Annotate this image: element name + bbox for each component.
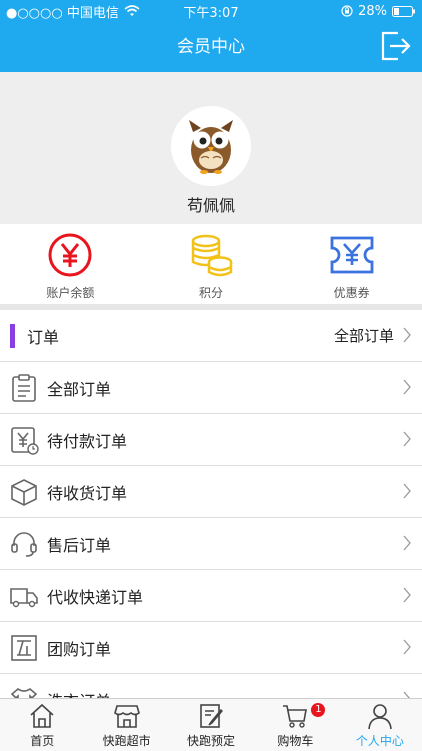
chevron-right-icon [403,379,411,395]
wallet-points-label: 积分 [199,286,224,300]
package-icon [11,478,37,506]
clipboard-icon [12,373,36,402]
group-buy-icon [11,634,37,661]
tab-bar: 首页 快跑超市 快跑预定 1 购物车 个人中心 [0,698,422,751]
tab-home[interactable]: 首页 [0,699,84,751]
chevron-right-icon [403,639,411,655]
chevron-right-icon [403,587,411,603]
order-item-all[interactable]: 全部订单 [0,362,422,414]
avatar[interactable] [171,106,251,186]
coins-stack-icon [191,234,233,277]
wallet-balance[interactable]: 账户余额 [0,224,141,304]
tab-reserve[interactable]: 快跑预定 [169,699,253,751]
order-item-label: 待付款订单 [47,431,128,451]
orders-header-label: 订单 [27,327,60,347]
status-bar: ●○○○○ 中国电信 下午3:07 28% [0,0,422,22]
coupon-icon [330,236,374,274]
logout-button[interactable] [380,30,412,62]
delivery-truck-icon [10,587,38,607]
order-item-express-pickup[interactable]: 代收快递订单 [0,570,422,622]
tab-label: 首页 [30,734,55,748]
profile-section: 苟佩佩 [0,72,422,224]
logout-icon [381,31,411,61]
order-item-label: 售后订单 [47,535,112,555]
home-icon [30,703,54,728]
cart-badge: 1 [311,703,326,717]
order-list: 订单 全部订单 全部订单 待付款订单 待收货订单 售后订单 代收快递订单 团购订… [0,310,422,726]
battery-percent: 28% [358,3,387,19]
carrier-label: ●○○○○ 中国电信 [6,5,119,21]
tab-profile[interactable]: 个人中心 [338,699,422,751]
order-item-label: 代收快递订单 [47,587,144,607]
wallet-section: 账户余额 积分 优惠券 [0,224,422,304]
order-item-label: 待收货订单 [47,483,128,503]
payment-pending-icon [11,426,39,455]
wallet-coupons[interactable]: 优惠券 [281,224,422,304]
wallet-balance-label: 账户余额 [46,286,95,300]
store-icon [113,705,140,728]
wallet-points[interactable]: 积分 [141,224,282,304]
tab-label: 购物车 [277,734,314,748]
chevron-right-icon [403,327,411,343]
tab-label: 快跑预定 [187,734,236,748]
order-item-label: 团购订单 [47,639,112,659]
headset-icon [11,531,37,557]
tab-cart[interactable]: 1 购物车 [253,699,337,751]
wifi-icon [124,5,140,16]
order-item-pending-payment[interactable]: 待付款订单 [0,414,422,466]
wallet-coupons-label: 优惠券 [333,286,370,300]
nav-bar: 会员中心 [0,22,422,72]
page-title: 会员中心 [177,37,245,57]
orientation-lock-icon [341,5,353,17]
chevron-right-icon [403,431,411,447]
order-item-label: 全部订单 [47,379,112,399]
all-orders-link[interactable]: 全部订单 [334,325,394,346]
cart-icon [283,705,308,728]
order-item-after-sales[interactable]: 售后订单 [0,518,422,570]
battery-icon [392,5,415,17]
yuan-circle-icon [48,233,92,277]
person-icon [368,704,392,730]
orders-header[interactable]: 订单 全部订单 [0,310,422,362]
username: 苟佩佩 [186,196,235,215]
tab-label: 快跑超市 [102,734,151,748]
section-accent-bar [10,323,15,348]
tab-label: 个人中心 [355,734,404,748]
tab-store[interactable]: 快跑超市 [84,699,168,751]
chevron-right-icon [403,535,411,551]
chevron-right-icon [403,483,411,499]
order-item-group-buy[interactable]: 团购订单 [0,622,422,674]
order-item-pending-receipt[interactable]: 待收货订单 [0,466,422,518]
owl-avatar-icon [189,120,233,174]
edit-icon [200,704,223,728]
